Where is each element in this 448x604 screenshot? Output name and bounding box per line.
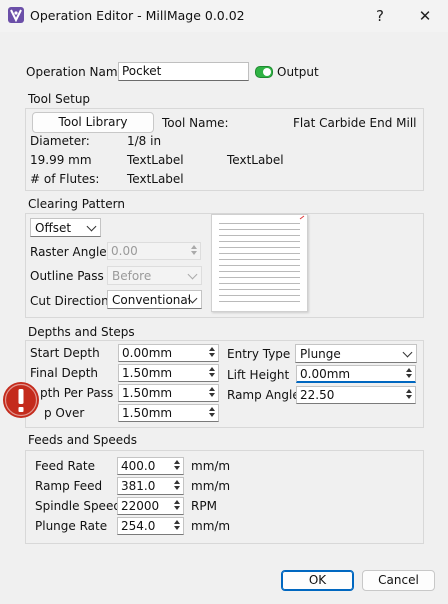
raster-angle-spinbox[interactable]: 0.00 [107, 242, 201, 260]
spindle-speed-value: 22000 [121, 499, 160, 513]
output-toggle[interactable] [255, 66, 273, 78]
feed-rate-label: Feed Rate [35, 459, 95, 473]
help-button[interactable]: ? [367, 5, 393, 27]
spin-arrows-icon[interactable] [172, 519, 182, 533]
feeds-speeds-title: Feeds and Speeds [28, 433, 137, 447]
text-label-2: TextLabel [227, 153, 284, 167]
output-label: Output [277, 65, 319, 79]
start-depth-label: Start Depth [30, 346, 100, 360]
lift-height-label: Lift Height [227, 368, 290, 382]
operation-name-label: Operation Name [26, 65, 125, 79]
text-label-1: TextLabel [127, 153, 184, 167]
close-button[interactable]: ✕ [412, 5, 438, 27]
tool-setup-title: Tool Setup [28, 92, 91, 106]
warning-icon [3, 382, 39, 418]
pattern-select[interactable]: Offset [30, 218, 101, 237]
pattern-preview-lines-icon [219, 215, 305, 302]
ramp-feed-unit: mm/m [191, 479, 231, 493]
tool-name-label: Tool Name: [162, 116, 229, 130]
plunge-rate-value: 254.0 [121, 519, 156, 533]
operation-name-input[interactable]: Pocket [118, 62, 249, 81]
spin-arrows-icon[interactable] [207, 346, 217, 360]
plunge-rate-label: Plunge Rate [35, 519, 108, 533]
plunge-rate-spinbox[interactable]: 254.0 [117, 517, 184, 535]
spin-arrows-icon[interactable] [207, 406, 217, 420]
raster-angle-value: 0.00 [111, 244, 138, 258]
millmage-logo-icon [8, 7, 24, 23]
lift-height-spinbox[interactable]: 0.00mm [296, 365, 416, 383]
entry-type-value: Plunge [300, 347, 341, 361]
final-depth-label: Final Depth [30, 366, 99, 380]
spin-arrows-icon[interactable] [404, 367, 414, 381]
tool-library-button[interactable]: Tool Library [32, 112, 154, 133]
lift-height-value: 0.00mm [300, 367, 351, 381]
spin-arrows-icon[interactable] [172, 499, 182, 513]
chevron-down-icon [187, 269, 198, 280]
final-depth-value: 1.50mm [122, 366, 173, 380]
feed-rate-spinbox[interactable]: 400.0 [117, 457, 184, 475]
raster-angle-label: Raster Angle [30, 245, 107, 259]
spin-arrows-icon[interactable] [172, 479, 182, 493]
outline-pass-value: Before [112, 269, 152, 283]
spin-arrows-icon[interactable] [189, 244, 199, 258]
chevron-down-icon [86, 221, 97, 232]
entry-type-label: Entry Type [227, 347, 291, 361]
toggle-knob [263, 68, 271, 76]
chevron-down-icon [402, 347, 413, 358]
spindle-speed-unit: RPM [191, 499, 217, 513]
step-over-value: 1.50mm [122, 406, 173, 420]
feed-rate-value: 400.0 [121, 459, 156, 473]
diameter-value: 1/8 in [127, 134, 162, 148]
ramp-angle-spinbox[interactable]: 22.50 [296, 386, 416, 404]
depth-per-pass-spinbox[interactable]: 1.50mm [118, 384, 219, 402]
spindle-speed-label: Spindle Speed [35, 499, 121, 513]
cut-direction-label: Cut Direction [30, 294, 109, 308]
ramp-feed-label: Ramp Feed [35, 479, 103, 493]
spin-arrows-icon[interactable] [207, 386, 217, 400]
cut-direction-value: Conventional [112, 293, 192, 307]
tool-name-value: Flat Carbide End Mill [293, 116, 417, 130]
diameter-label: Diameter: [30, 134, 90, 148]
plunge-rate-unit: mm/m [191, 519, 231, 533]
step-over-spinbox[interactable]: 1.50mm [118, 404, 219, 422]
spin-arrows-icon[interactable] [207, 366, 217, 380]
ramp-angle-label: Ramp Angle [227, 388, 300, 402]
window-title: Operation Editor - MillMage 0.0.02 [30, 8, 245, 23]
spindle-speed-spinbox[interactable]: 22000 [117, 497, 184, 515]
flutes-value: TextLabel [127, 172, 184, 186]
diameter-mm: 19.99 mm [30, 153, 92, 167]
pattern-value: Offset [35, 221, 72, 235]
step-over-label: p Over [44, 406, 85, 420]
clearing-pattern-title: Clearing Pattern [28, 197, 125, 211]
outline-pass-select[interactable]: Before [107, 266, 202, 285]
ramp-feed-value: 381.0 [121, 479, 156, 493]
start-depth-spinbox[interactable]: 0.00mm [118, 344, 219, 362]
flutes-label: # of Flutes: [30, 172, 100, 186]
ramp-angle-value: 22.50 [300, 388, 335, 402]
entry-type-select[interactable]: Plunge [295, 344, 417, 363]
depths-steps-title: Depths and Steps [28, 325, 135, 339]
cut-direction-select[interactable]: Conventional [107, 290, 202, 309]
pattern-preview [211, 214, 308, 312]
outline-pass-label: Outline Pass [30, 269, 104, 283]
cancel-button[interactable]: Cancel [362, 570, 435, 591]
ramp-feed-spinbox[interactable]: 381.0 [117, 477, 184, 495]
depth-per-pass-label: pth Per Pass [40, 386, 114, 400]
start-depth-value: 0.00mm [122, 346, 173, 360]
spin-arrows-icon[interactable] [404, 388, 414, 402]
depth-per-pass-value: 1.50mm [122, 386, 173, 400]
spin-arrows-icon[interactable] [172, 459, 182, 473]
feed-rate-unit: mm/m [191, 459, 231, 473]
ok-button[interactable]: OK [281, 570, 354, 591]
final-depth-spinbox[interactable]: 1.50mm [118, 364, 219, 382]
